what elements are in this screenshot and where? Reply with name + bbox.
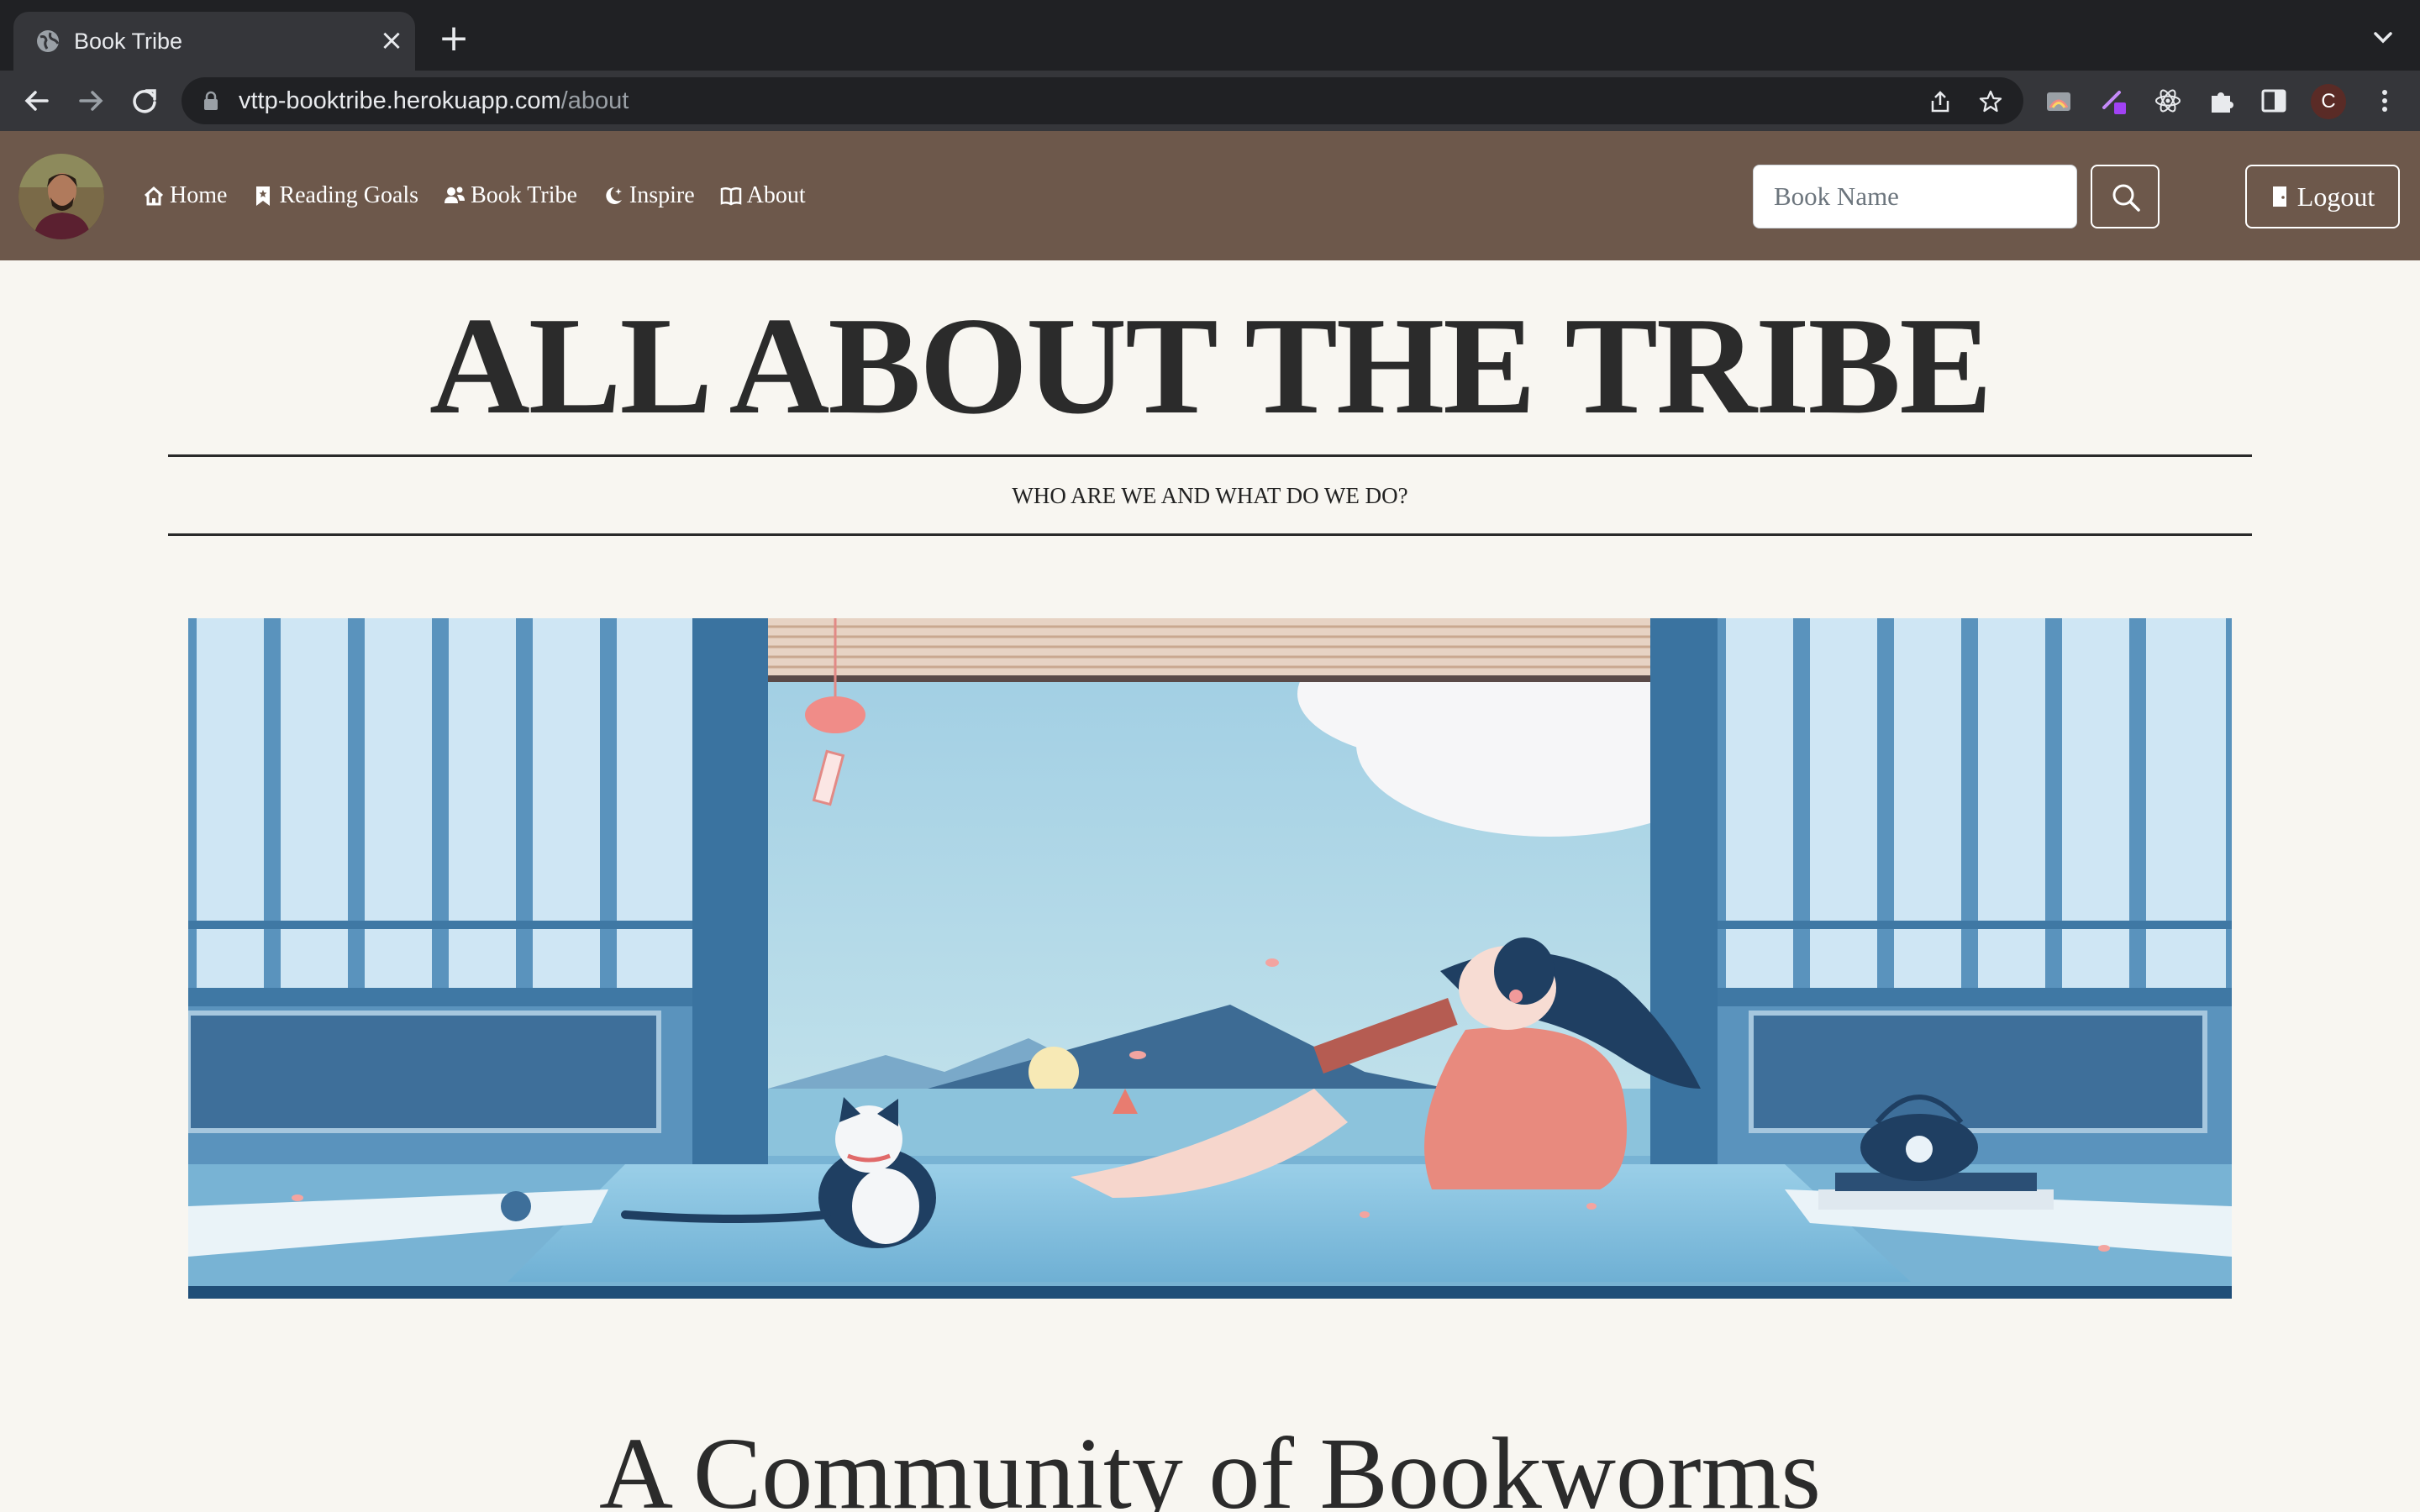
- side-panel-icon[interactable]: [2259, 86, 2289, 116]
- nav-about[interactable]: About: [720, 181, 806, 210]
- nav-book-tribe-label: Book Tribe: [471, 182, 577, 208]
- forward-arrow-icon[interactable]: [72, 82, 109, 119]
- nav-home[interactable]: Home: [143, 181, 227, 210]
- main-nav: Home Reading Goals Book Tribe Inspire Ab…: [143, 181, 806, 210]
- page-title: ALL ABOUT THE TRIBE: [429, 288, 1992, 443]
- site-navbar: Home Reading Goals Book Tribe Inspire Ab…: [0, 131, 2420, 260]
- people-icon: [445, 186, 466, 203]
- bookmark-star-icon[interactable]: [1978, 89, 2003, 114]
- divider-top: [168, 454, 2252, 457]
- book-icon: [720, 186, 741, 206]
- search-button[interactable]: [2091, 165, 2160, 228]
- lock-icon: [204, 91, 218, 110]
- nav-inspire-label: Inspire: [629, 182, 695, 208]
- tab-title: Book Tribe: [74, 29, 183, 54]
- nav-home-label: Home: [170, 182, 228, 208]
- nav-reading-goals-label: Reading Goals: [279, 182, 419, 208]
- search-icon: [2112, 184, 2140, 212]
- address-bar[interactable]: vttp-booktribe.herokuapp.com/about: [182, 77, 2023, 124]
- url-text: vttp-booktribe.herokuapp.com/about: [239, 87, 629, 114]
- profile-avatar[interactable]: C: [2311, 84, 2346, 119]
- extension-pen-icon[interactable]: [2099, 86, 2129, 116]
- extension-color-icon[interactable]: [2044, 86, 2074, 116]
- moon-stars-icon: [606, 187, 622, 204]
- nav-about-label: About: [746, 182, 806, 208]
- close-tab-icon[interactable]: ×: [376, 25, 407, 55]
- browser-tab[interactable]: Book Tribe ×: [13, 12, 415, 71]
- page-subtitle: WHO ARE WE AND WHAT DO WE DO?: [1012, 483, 1408, 508]
- back-arrow-icon[interactable]: [18, 82, 55, 119]
- nav-reading-goals[interactable]: Reading Goals: [252, 181, 418, 210]
- puzzle-extensions-icon[interactable]: [2207, 86, 2237, 116]
- logout-label: Logout: [2296, 181, 2375, 212]
- hero-illustration: [188, 618, 2232, 1299]
- book-search-input[interactable]: [1753, 165, 2077, 228]
- user-avatar[interactable]: [18, 154, 104, 239]
- new-tab-icon[interactable]: +: [437, 20, 471, 57]
- chevron-down-icon[interactable]: [2368, 25, 2398, 50]
- section-heading: A Community of Bookworms: [599, 1417, 1821, 1512]
- reload-icon[interactable]: [126, 82, 163, 119]
- browser-tab-strip: Book Tribe × +: [0, 0, 2420, 71]
- share-icon[interactable]: [1928, 89, 1953, 114]
- bookmark-icon: [256, 186, 271, 206]
- more-menu-icon[interactable]: [2370, 86, 2400, 116]
- house-icon: [144, 186, 164, 206]
- divider-bottom: [168, 533, 2252, 536]
- nav-book-tribe[interactable]: Book Tribe: [444, 181, 577, 210]
- logout-button[interactable]: Logout: [2245, 165, 2400, 228]
- react-devtools-icon[interactable]: [2153, 86, 2183, 116]
- door-icon: [2272, 186, 2286, 207]
- globe-icon: [37, 30, 60, 52]
- nav-inspire[interactable]: Inspire: [602, 181, 695, 210]
